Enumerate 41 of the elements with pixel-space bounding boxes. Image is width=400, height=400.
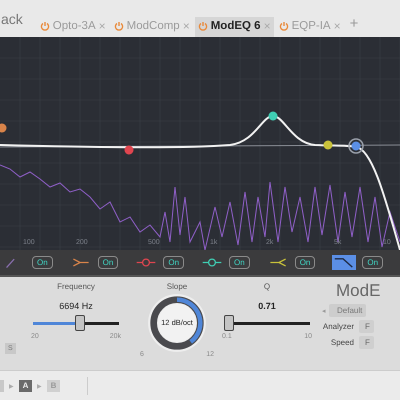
control-label: Slope	[166, 282, 188, 291]
slope-knob[interactable]	[147, 293, 207, 353]
plugin-tab[interactable]: ModEQ 6 ×	[194, 17, 274, 37]
preset-field[interactable]: Default	[329, 304, 366, 317]
on-toggle[interactable]: On	[98, 256, 118, 269]
on-toggle[interactable]: On	[229, 256, 250, 269]
option-label: Speed	[330, 338, 354, 347]
control-label: Q	[264, 282, 270, 291]
close-icon[interactable]: ×	[98, 19, 106, 33]
plugin-tab[interactable]: Opto-3A ×	[36, 17, 109, 37]
bell-icon[interactable]	[201, 256, 224, 269]
slot-button[interactable]: A	[19, 380, 32, 392]
control-label: Frequency	[57, 282, 95, 291]
band-node[interactable]	[268, 112, 278, 120]
frequency-slider[interactable]	[33, 315, 119, 331]
band-node[interactable]	[0, 124, 6, 132]
plugin-title: ModE	[336, 281, 380, 301]
slider-thumb[interactable]	[224, 315, 234, 331]
close-icon[interactable]: ×	[182, 19, 190, 33]
on-toggle[interactable]: On	[362, 256, 384, 269]
analyzer-dropdown[interactable]: F	[359, 320, 374, 333]
band-node[interactable]	[124, 146, 134, 154]
high-cut-icon[interactable]	[332, 255, 356, 270]
plugin-tab[interactable]: ModComp ×	[110, 17, 193, 37]
plugin-tab[interactable]: EQP-IA ×	[276, 17, 344, 37]
bell-icon[interactable]	[135, 256, 158, 269]
on-toggle[interactable]: On	[294, 256, 316, 269]
option-label: Analyzer	[322, 322, 354, 331]
value-readout: 0.71	[258, 301, 276, 311]
on-toggle[interactable]: On	[163, 256, 184, 269]
value-readout: 6694 Hz	[59, 301, 93, 311]
on-toggle[interactable]: On	[32, 256, 53, 269]
band-node[interactable]	[348, 138, 364, 154]
add-tab-button[interactable]: +	[346, 15, 362, 37]
slider-thumb[interactable]	[74, 315, 85, 331]
close-icon[interactable]: ×	[334, 19, 341, 33]
band-node[interactable]	[324, 140, 332, 150]
speed-dropdown[interactable]: F	[359, 336, 374, 349]
close-icon[interactable]: ×	[264, 19, 271, 33]
back-label[interactable]: ack	[1, 11, 23, 37]
q-slider[interactable]	[224, 315, 310, 331]
